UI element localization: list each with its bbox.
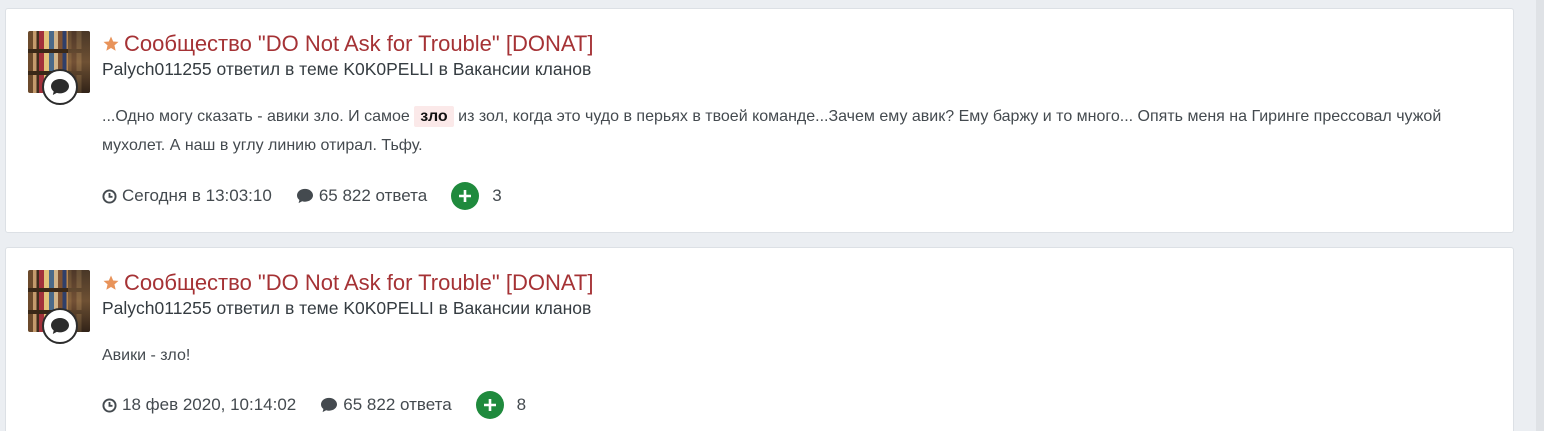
- chat-bubble-icon: [42, 69, 78, 105]
- result-title-link[interactable]: Сообщество "DO Not Ask for Trouble" [DON…: [124, 31, 593, 57]
- in-text: в: [433, 298, 453, 318]
- action-text: ответил в теме: [211, 59, 344, 79]
- plus-icon: [451, 182, 480, 210]
- star-icon: [102, 274, 120, 292]
- clock-icon: [102, 397, 117, 413]
- result-meta: Palych011255 ответил в теме K0K0PELLI в …: [102, 59, 591, 80]
- result-snippet: ...Одно могу сказать - авики зло. И само…: [102, 102, 1462, 160]
- comment-icon: [296, 188, 313, 204]
- replies-text: 65 822 ответа: [343, 395, 452, 414]
- search-highlight: зло: [414, 106, 454, 127]
- date-text: 18 фев 2020, 10:14:02: [122, 395, 297, 414]
- result-meta: Palych011255 ответил в теме K0K0PELLI в …: [102, 298, 591, 319]
- topic-link[interactable]: K0K0PELLI: [343, 298, 433, 318]
- snippet-text: ...Одно могу сказать - авики зло. И само…: [102, 108, 415, 125]
- comment-icon: [321, 397, 338, 413]
- author-link[interactable]: Palych011255: [102, 59, 212, 79]
- post-date[interactable]: 18 фев 2020, 10:14:02: [102, 395, 296, 415]
- post-date[interactable]: Сегодня в 13:03:10: [102, 186, 272, 206]
- result-snippet: Авики - зло!: [102, 341, 1462, 370]
- reputation-count: 3: [492, 186, 502, 205]
- result-title-row: Сообщество "DO Not Ask for Trouble" [DON…: [102, 31, 593, 57]
- search-result-item: Сообщество "DO Not Ask for Trouble" [DON…: [5, 8, 1514, 233]
- star-icon: [102, 35, 120, 53]
- date-text: Сегодня в 13:03:10: [122, 186, 272, 205]
- forum-link[interactable]: Вакансии кланов: [453, 59, 592, 79]
- search-results-page: Сообщество "DO Not Ask for Trouble" [DON…: [0, 0, 1544, 431]
- reputation-count: 8: [516, 395, 527, 414]
- search-result-item: Сообщество "DO Not Ask for Trouble" [DON…: [5, 247, 1514, 431]
- author-link[interactable]: Palych011255: [102, 298, 212, 318]
- chat-bubble-icon: [42, 308, 78, 344]
- scrollbar[interactable]: [1536, 0, 1544, 431]
- clock-icon: [102, 188, 117, 204]
- in-text: в: [433, 59, 453, 79]
- result-title-link[interactable]: Сообщество "DO Not Ask for Trouble" [DON…: [124, 270, 593, 296]
- replies-text: 65 822 ответа: [318, 186, 428, 205]
- result-stats: 18 фев 2020, 10:14:02 65 822 ответа 8: [102, 391, 526, 419]
- reply-count: 65 822 ответа: [296, 186, 427, 206]
- action-text: ответил в теме: [211, 298, 344, 318]
- result-title-row: Сообщество "DO Not Ask for Trouble" [DON…: [102, 270, 593, 296]
- snippet-text: Авики - зло!: [102, 347, 191, 364]
- reputation[interactable]: 3: [451, 182, 502, 210]
- plus-icon: [475, 391, 504, 419]
- topic-link[interactable]: K0K0PELLI: [343, 59, 433, 79]
- forum-link[interactable]: Вакансии кланов: [453, 298, 592, 318]
- result-stats: Сегодня в 13:03:10 65 822 ответа 3: [102, 182, 502, 210]
- reply-count: 65 822 ответа: [320, 395, 452, 415]
- reputation[interactable]: 8: [475, 391, 527, 419]
